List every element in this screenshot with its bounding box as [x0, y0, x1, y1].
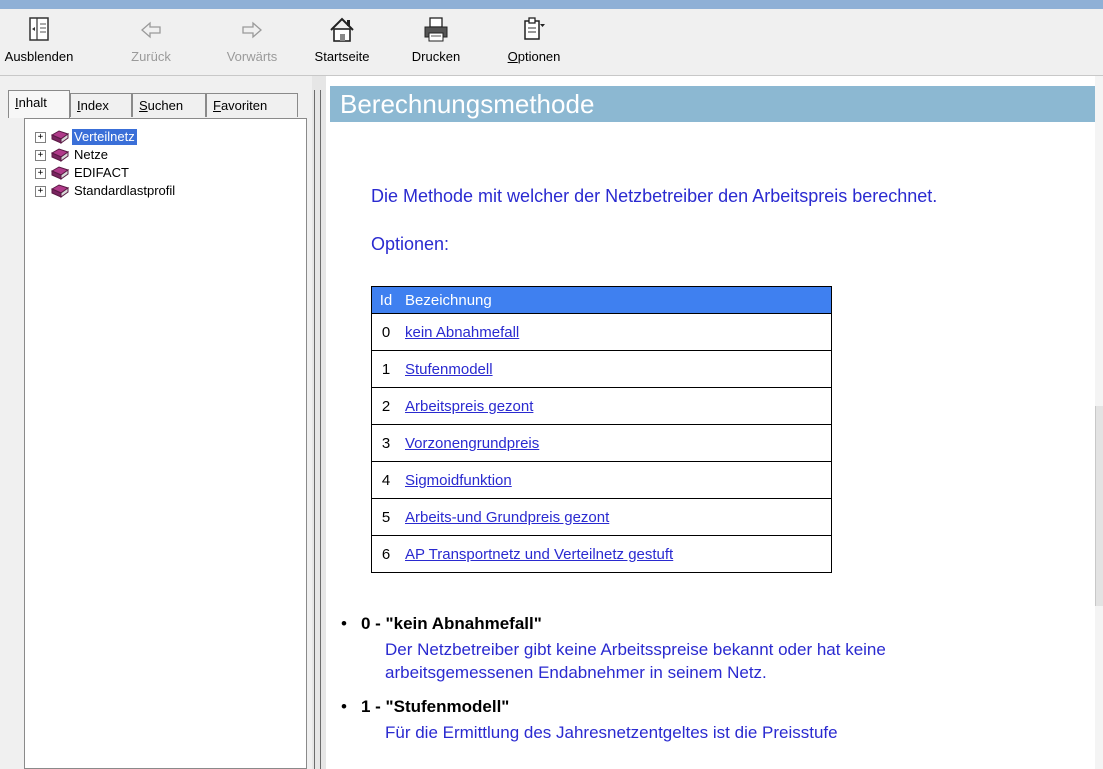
page-title: Berechnungsmethode — [330, 86, 1095, 122]
options-button[interactable]: Optionen — [502, 15, 566, 73]
option-link[interactable]: Arbeits-und Grundpreis gezont — [405, 509, 609, 526]
hide-label: Ausblenden — [4, 49, 74, 64]
expand-plus-icon[interactable]: + — [35, 132, 46, 143]
book-icon — [50, 147, 70, 166]
back-label: Zurück — [131, 49, 171, 64]
tab-favorites[interactable]: Favoriten — [206, 93, 298, 117]
option-link[interactable]: kein Abnahmefall — [405, 324, 519, 341]
forward-button[interactable]: Vorwärts — [218, 15, 286, 73]
scrollbar-thumb[interactable] — [1095, 406, 1103, 606]
option-link[interactable]: Arbeitspreis gezont — [405, 398, 533, 415]
book-icon — [50, 183, 70, 202]
bullet-heading: 1 - "Stufenmodell" — [361, 697, 510, 716]
table-row: 6 AP Transportnetz und Verteilnetz gestu… — [371, 535, 832, 573]
forward-arrow-icon — [218, 15, 286, 49]
home-button[interactable]: Startseite — [313, 15, 371, 73]
row-id: 3 — [371, 424, 400, 462]
options-icon — [502, 15, 566, 49]
bullet-heading: 0 - "kein Abnahmefall" — [361, 614, 542, 633]
row-id: 4 — [371, 461, 400, 499]
option-link[interactable]: Vorzonengrundpreis — [405, 435, 539, 452]
tree-item-label: Standardlastprofil — [74, 183, 176, 198]
bullet-dot-icon: • — [341, 614, 347, 633]
option-link[interactable]: AP Transportnetz und Verteilnetz gestuft — [405, 546, 673, 563]
book-icon — [50, 129, 70, 148]
expand-plus-icon[interactable]: + — [35, 168, 46, 179]
home-label: Startseite — [314, 49, 370, 64]
option-link[interactable]: Stufenmodell — [405, 361, 493, 378]
toolbar: Ausblenden Zurück Vorwärts Startseite Dr… — [0, 9, 1103, 76]
print-label: Drucken — [411, 49, 461, 64]
options-label: Optionen — [507, 49, 561, 64]
table-row: 0 kein Abnahmefall — [371, 313, 832, 351]
tree-item-label: Netze — [74, 147, 108, 162]
row-id: 0 — [371, 313, 400, 351]
vertical-scrollbar[interactable] — [1095, 76, 1103, 769]
intro-text: Die Methode mit welcher der Netzbetreibe… — [371, 186, 938, 206]
column-header-id: Id — [371, 286, 400, 314]
options-table: Id Bezeichnung 0 kein Abnahmefall 1 Stuf… — [371, 286, 832, 573]
splitter-line — [320, 90, 321, 769]
bullet-description: arbeitsgemessenen Endabnehmer in seinem … — [385, 663, 767, 682]
printer-icon — [408, 15, 464, 49]
splitter-line — [314, 90, 315, 769]
options-heading: Optionen: — [371, 234, 450, 254]
window-top-strip — [0, 0, 1103, 9]
hide-panel-icon — [0, 15, 78, 49]
row-id: 2 — [371, 387, 400, 425]
print-button[interactable]: Drucken — [408, 15, 464, 73]
table-row: 2 Arbeitspreis gezont — [371, 387, 832, 425]
bullet-description: Der Netzbetreiber gibt keine Arbeitsspre… — [385, 640, 886, 659]
table-row: 5 Arbeits-und Grundpreis gezont — [371, 498, 832, 536]
table-row: 4 Sigmoidfunktion — [371, 461, 832, 499]
expand-plus-icon[interactable]: + — [35, 186, 46, 197]
tree-item-label: EDIFACT — [74, 165, 129, 180]
back-button[interactable]: Zurück — [126, 15, 176, 73]
option-link[interactable]: Sigmoidfunktion — [405, 472, 512, 489]
table-row: 3 Vorzonengrundpreis — [371, 424, 832, 462]
table-row: 1 Stufenmodell — [371, 350, 832, 388]
tab-search[interactable]: Suchen — [132, 93, 206, 117]
navigation-pane: Inhalt Index Suchen Favoriten + Verteiln… — [0, 76, 312, 769]
row-id: 5 — [371, 498, 400, 536]
hide-button[interactable]: Ausblenden — [0, 15, 78, 73]
table-header-row: Id Bezeichnung — [371, 286, 832, 314]
tab-contents[interactable]: Inhalt — [8, 90, 70, 118]
row-id: 1 — [371, 350, 400, 388]
content-pane: Berechnungsmethode Die Methode mit welch… — [326, 76, 1103, 769]
bullet-description: Für die Ermittlung des Jahresnetzentgelt… — [385, 723, 838, 742]
book-icon — [50, 165, 70, 184]
forward-label: Vorwärts — [226, 49, 278, 64]
pane-splitter[interactable] — [312, 76, 326, 769]
row-id: 6 — [371, 535, 400, 573]
home-icon — [313, 15, 371, 49]
tree-item-label: Verteilnetz — [72, 129, 137, 145]
column-header-name: Bezeichnung — [400, 286, 832, 314]
bullet-dot-icon: • — [341, 697, 347, 716]
contents-tree[interactable]: + Verteilnetz + Netze + EDIFACT + Standa… — [24, 118, 307, 769]
expand-plus-icon[interactable]: + — [35, 150, 46, 161]
back-arrow-icon — [126, 15, 176, 49]
tab-index[interactable]: Index — [70, 93, 132, 117]
